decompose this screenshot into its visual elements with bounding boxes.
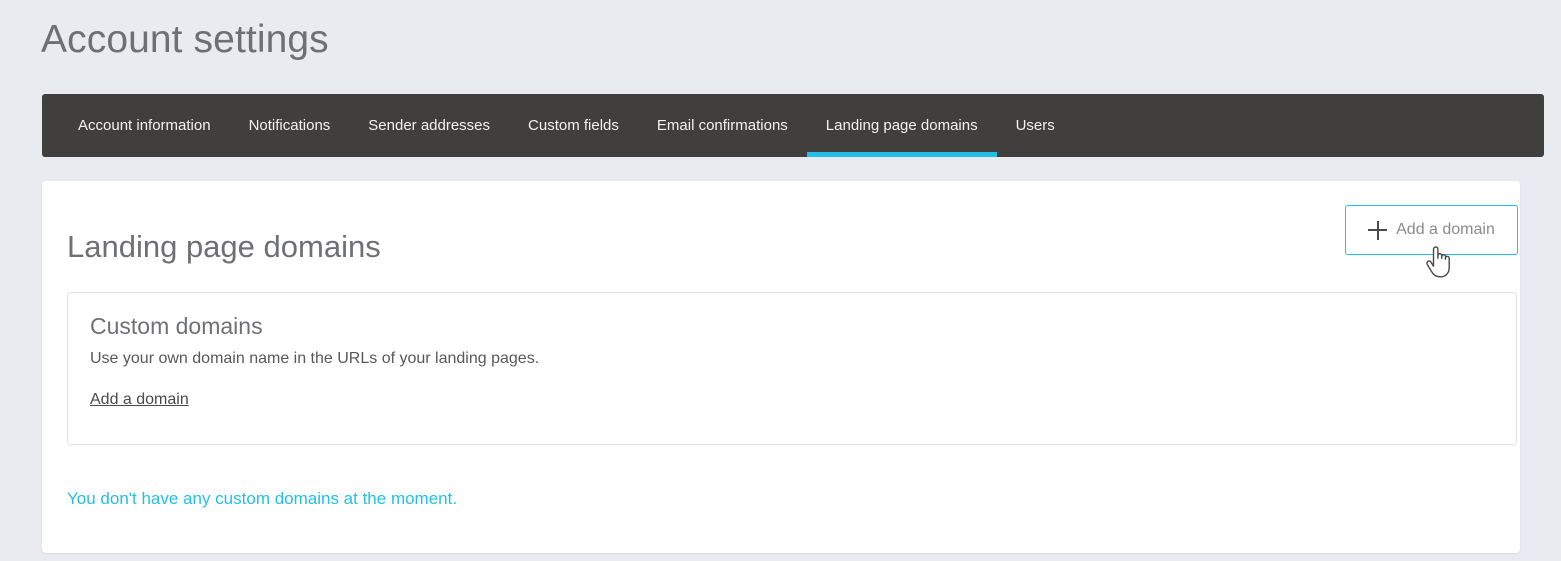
tab-users[interactable]: Users bbox=[997, 94, 1074, 157]
add-a-domain-button[interactable]: Add a domain bbox=[1345, 205, 1518, 255]
custom-domains-description: Use your own domain name in the URLs of … bbox=[90, 350, 540, 367]
custom-domains-title: Custom domains bbox=[90, 313, 263, 339]
section-heading: Landing page domains bbox=[67, 229, 381, 264]
tab-label: Account information bbox=[78, 117, 211, 134]
add-a-domain-link[interactable]: Add a domain bbox=[90, 389, 189, 411]
tab-label: Notifications bbox=[248, 117, 331, 134]
tab-landing-page-domains[interactable]: Landing page domains bbox=[806, 94, 997, 157]
add-a-domain-button-label: Add a domain bbox=[1396, 221, 1495, 238]
tab-label: Sender addresses bbox=[368, 117, 491, 134]
tab-label: Users bbox=[1015, 117, 1055, 134]
tab-email-confirmations[interactable]: Email confirmations bbox=[638, 94, 807, 157]
tab-sender-addresses[interactable]: Sender addresses bbox=[349, 94, 509, 157]
tab-notifications[interactable]: Notifications bbox=[230, 94, 350, 157]
tab-account-information[interactable]: Account information bbox=[59, 94, 230, 157]
plus-icon bbox=[1368, 220, 1388, 240]
landing-page-domains-card: Landing page domains Add a domain Custom… bbox=[42, 181, 1520, 553]
settings-nav-bar: Account information Notifications Sender… bbox=[42, 94, 1544, 157]
empty-state-message: You don't have any custom domains at the… bbox=[67, 489, 458, 508]
tab-custom-fields[interactable]: Custom fields bbox=[509, 94, 638, 157]
tab-label: Email confirmations bbox=[656, 117, 788, 134]
custom-domains-panel: Custom domains Use your own domain name … bbox=[67, 292, 1517, 445]
tab-active-indicator bbox=[806, 152, 997, 157]
tab-label: Landing page domains bbox=[825, 117, 978, 134]
page-title: Account settings bbox=[41, 18, 329, 61]
tab-label: Custom fields bbox=[528, 117, 619, 134]
